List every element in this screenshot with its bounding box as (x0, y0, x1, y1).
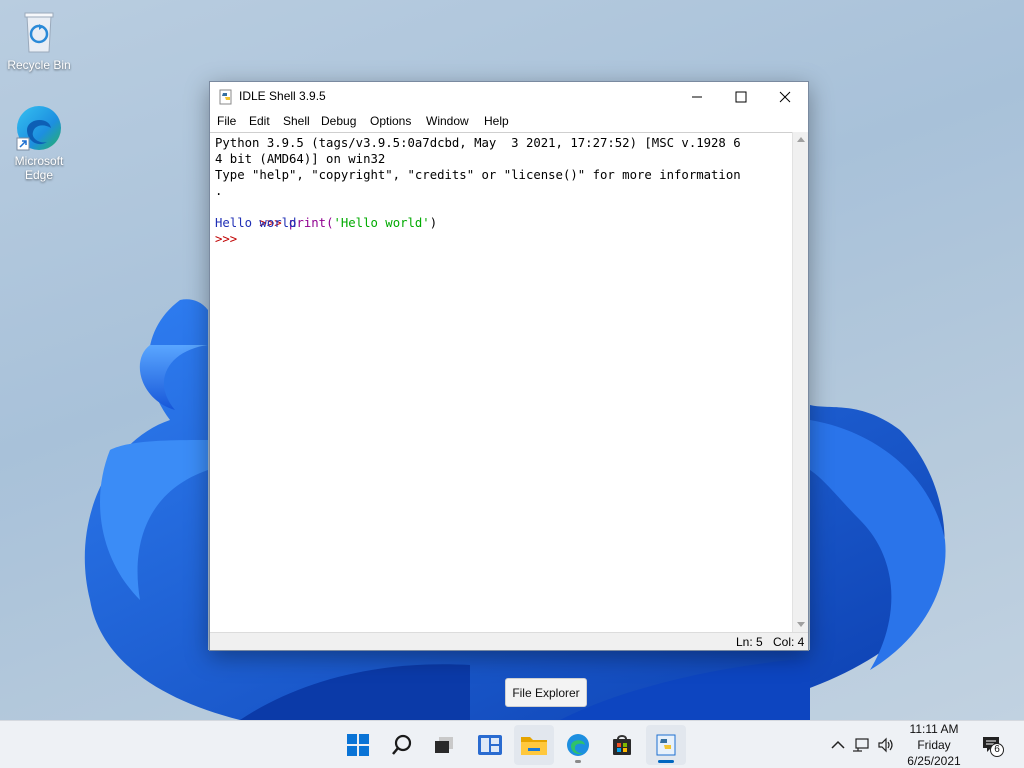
network-button[interactable] (848, 737, 874, 753)
widgets-button[interactable] (470, 725, 510, 765)
task-view-icon (435, 737, 453, 753)
window-title: IDLE Shell 3.9.5 (239, 89, 326, 103)
chevron-up-icon (831, 740, 845, 749)
show-hidden-icons-button[interactable] (828, 740, 848, 750)
minimize-icon (692, 96, 702, 97)
desktop-icon-edge[interactable]: Microsoft Edge (1, 104, 77, 182)
start-icon (347, 734, 369, 756)
status-line: Ln: 5 (736, 635, 763, 649)
desktop-icon-label: Microsoft Edge (14, 154, 64, 182)
menu-edit[interactable]: Edit (249, 114, 270, 128)
file-explorer-icon (521, 737, 547, 755)
status-bar: Ln: 5 Col: 4 (210, 632, 808, 650)
menu-options[interactable]: Options (370, 114, 411, 128)
taskbar: 11:11 AM Friday 6/25/2021 6 (0, 720, 1024, 768)
start-button[interactable] (338, 725, 378, 765)
system-tray (828, 721, 898, 768)
clock[interactable]: 11:11 AM Friday 6/25/2021 (900, 721, 968, 768)
clock-day: Friday (917, 738, 951, 752)
menu-bar: File Edit Shell Debug Options Window Hel… (210, 111, 808, 132)
menu-debug[interactable]: Debug (321, 114, 356, 128)
close-button[interactable] (762, 82, 808, 111)
clock-time: 11:11 AM (909, 722, 959, 736)
volume-icon (878, 737, 893, 753)
code-punct: ) (429, 216, 438, 230)
menu-shell[interactable]: Shell (283, 114, 310, 128)
shell-output-line: Hello world (215, 216, 297, 230)
store-icon (613, 735, 631, 755)
maximize-button[interactable] (718, 82, 764, 111)
shell-prompt: >>> (215, 232, 245, 246)
active-indicator (658, 760, 674, 763)
minimize-button[interactable] (674, 82, 720, 111)
search-icon (392, 734, 412, 755)
widgets-icon (478, 735, 502, 755)
running-indicator (575, 760, 581, 763)
scrollbar-arrows (797, 137, 805, 627)
shell-line: . (215, 184, 223, 198)
title-bar[interactable]: IDLE Shell 3.9.5 (210, 82, 808, 111)
edge-icon (567, 734, 589, 756)
shell-line: 4 bit (AMD64)] on win32 (215, 152, 386, 166)
scroll-down-icon (797, 622, 805, 627)
vertical-scrollbar[interactable] (792, 132, 808, 632)
store-button[interactable] (602, 725, 642, 765)
desktop-icon-recycle-bin[interactable]: Recycle Bin (1, 8, 77, 72)
edge-taskbar-button[interactable] (558, 725, 598, 765)
menu-help[interactable]: Help (484, 114, 509, 128)
menu-window[interactable]: Window (426, 114, 469, 128)
file-explorer-button[interactable] (514, 725, 554, 765)
clock-date: 6/25/2021 (907, 754, 961, 768)
task-view-button[interactable] (424, 725, 464, 765)
desktop-icon-label: Recycle Bin (7, 58, 71, 72)
maximize-icon (735, 91, 747, 102)
taskbar-tooltip: File Explorer (505, 678, 587, 707)
notification-badge: 6 (990, 743, 1004, 757)
shell-line: Type "help", "copyright", "credits" or "… (215, 168, 741, 182)
close-icon (779, 91, 791, 102)
menu-file[interactable]: File (217, 114, 236, 128)
status-col: Col: 4 (773, 635, 805, 649)
python-idle-icon (218, 89, 234, 105)
volume-button[interactable] (874, 737, 898, 753)
shell-text-area[interactable]: Python 3.9.5 (tags/v3.9.5:0a7dcbd, May 3… (210, 132, 792, 632)
code-string: 'Hello world' (333, 216, 430, 230)
idle-shell-window[interactable]: IDLE Shell 3.9.5 File Edit Shell Debug O… (209, 81, 809, 651)
scroll-up-icon (797, 137, 805, 142)
search-button[interactable] (382, 725, 422, 765)
idle-taskbar-button[interactable] (646, 725, 686, 765)
edge-icon (15, 104, 63, 152)
shell-line: Python 3.9.5 (tags/v3.9.5:0a7dcbd, May 3… (215, 136, 741, 150)
notification-center-button[interactable]: 6 (980, 733, 1004, 757)
recycle-bin-icon (15, 8, 63, 56)
idle-icon (656, 734, 676, 756)
network-icon (853, 738, 869, 752)
